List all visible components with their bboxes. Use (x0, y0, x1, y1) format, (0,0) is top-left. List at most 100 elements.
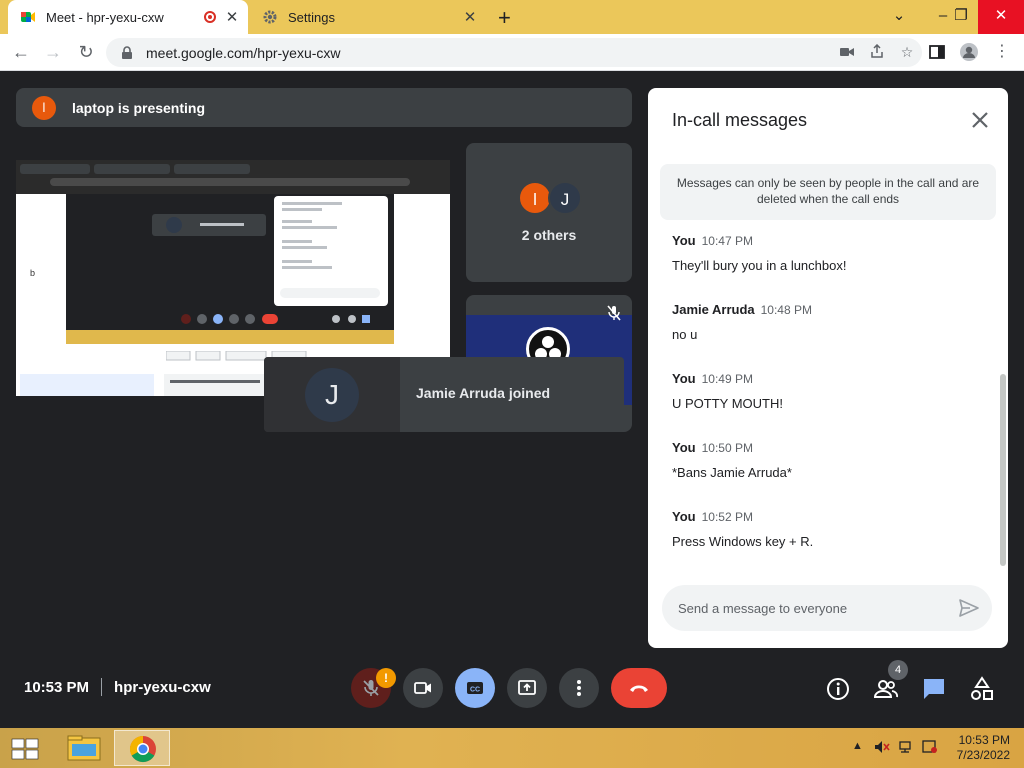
message-sender: You (672, 233, 696, 248)
shared-call-controls (66, 308, 394, 330)
present-button[interactable] (507, 668, 547, 708)
meeting-details: 10:53 PM hpr-yexu-cxw (24, 678, 211, 696)
message-text: *Bans Jamie Arruda* (672, 465, 792, 480)
url-text: meet.google.com/hpr-yexu-cxw (146, 44, 341, 61)
meeting-code: hpr-yexu-cxw (114, 678, 211, 696)
toast-avatar-area: J (264, 357, 400, 432)
message-text: Press Windows key + R. (672, 534, 814, 549)
info-icon[interactable] (825, 676, 851, 702)
shared-join-toast (152, 214, 266, 236)
clock-time: 10:53 PM (958, 733, 1010, 747)
present-icon (518, 680, 536, 695)
message-text: U POTTY MOUTH! (672, 396, 783, 411)
new-tab-button[interactable]: + (498, 5, 511, 31)
file-explorer-icon (67, 735, 101, 761)
join-notification: J Jamie Arruda joined (264, 357, 624, 432)
file-explorer-button[interactable] (56, 730, 112, 766)
shared-tab (94, 164, 170, 174)
svg-text:CC: CC (470, 687, 480, 694)
chat-message: You 10:49 PM U POTTY MOUTH! (672, 370, 992, 411)
tab-meet[interactable]: Meet - hpr-yexu-cxw ✕ (8, 0, 248, 34)
chat-scrollbar[interactable] (1000, 374, 1006, 566)
others-tile[interactable]: l J 2 others (466, 143, 632, 282)
message-time: 10:49 PM (701, 372, 753, 386)
activities-icon[interactable] (969, 676, 995, 702)
gear-icon (262, 9, 278, 25)
message-sender: Jamie Arruda (672, 302, 755, 317)
message-input[interactable] (678, 597, 938, 619)
star-icon[interactable]: ☆ (892, 44, 922, 61)
more-icon (577, 680, 581, 696)
close-tab-button[interactable]: ✕ (222, 8, 242, 26)
network-icon[interactable] (898, 740, 914, 757)
action-center-icon[interactable] (922, 740, 938, 757)
chat-icon[interactable] (921, 676, 947, 702)
reload-button[interactable]: ↻ (73, 39, 99, 65)
profile-icon[interactable] (956, 39, 982, 65)
camera-toggle-icon (414, 682, 431, 694)
message-sender: You (672, 509, 696, 524)
end-call-icon (630, 685, 648, 692)
more-options-button[interactable] (559, 668, 599, 708)
join-message: Jamie Arruda joined (416, 385, 551, 401)
camera-icon[interactable] (832, 45, 862, 61)
clock-date: 7/23/2022 (956, 748, 1010, 762)
send-icon[interactable] (958, 597, 980, 619)
message-composer (662, 585, 992, 631)
avatar: l (518, 181, 552, 215)
windows-start-icon[interactable] (10, 737, 40, 761)
message-time: 10:52 PM (701, 510, 753, 524)
others-label: 2 others (521, 227, 577, 243)
restore-button[interactable]: ❐ (944, 0, 978, 34)
back-button[interactable]: ← (8, 39, 34, 65)
meeting-time: 10:53 PM (24, 678, 90, 696)
lock-icon (122, 45, 132, 59)
mic-warning-badge: ! (376, 668, 396, 688)
share-icon[interactable] (862, 43, 892, 61)
address-bar[interactable]: meet.google.com/hpr-yexu-cxw ☆ (106, 38, 922, 67)
tab-settings[interactable]: Settings ✕ (250, 0, 486, 34)
shared-tab (174, 164, 250, 174)
chat-message: You 10:52 PM Press Windows key + R. (672, 508, 992, 549)
presenting-text: laptop is presenting (72, 99, 206, 116)
divider (101, 678, 103, 696)
windows-taskbar: ▲ 10:53 PM 7/23/2022 (0, 728, 1024, 768)
close-icon[interactable] (968, 108, 992, 132)
chat-message: Jamie Arruda 10:48 PM no u (672, 301, 992, 342)
message-text: They'll bury you in a lunchbox! (672, 258, 847, 273)
mic-off-icon (607, 305, 621, 321)
presenting-banner: l laptop is presenting (16, 88, 632, 127)
shared-tab (20, 164, 90, 174)
volume-muted-icon[interactable] (874, 740, 890, 757)
presenter-avatar: l (32, 95, 56, 120)
people-icon[interactable] (873, 676, 899, 702)
message-time: 10:48 PM (760, 303, 812, 317)
panel-title: In-call messages (672, 110, 808, 130)
meet-favicon (20, 9, 36, 25)
system-clock[interactable]: 10:53 PM 7/23/2022 (940, 733, 1010, 763)
forward-button[interactable]: → (40, 39, 66, 65)
tray-expand-icon[interactable]: ▲ (852, 740, 863, 752)
chrome-taskbar-button[interactable] (114, 730, 170, 766)
close-tab-button[interactable]: ✕ (460, 8, 480, 26)
chat-message: You 10:50 PM *Bans Jamie Arruda* (672, 439, 992, 480)
in-call-messages-panel: In-call messages Messages can only be se… (648, 88, 1008, 648)
tab-search-button[interactable]: ⌄ (882, 0, 916, 34)
chat-message: You 10:47 PM They'll bury you in a lunchb… (672, 232, 992, 273)
window-close-button[interactable]: ✕ (978, 0, 1024, 34)
captions-button[interactable]: CC (455, 668, 495, 708)
message-time: 10:50 PM (701, 441, 753, 455)
kebab-icon[interactable]: ⋮ (989, 39, 1015, 65)
sidebar-icon[interactable] (924, 39, 950, 65)
shared-screen-text: b (30, 268, 36, 278)
camera-toggle-button[interactable] (403, 668, 443, 708)
tab-title: Meet - hpr-yexu-cxw (46, 9, 164, 25)
browser-tab-strip: Meet - hpr-yexu-cxw ✕ Settings ✕ + ⌄ – ❐… (0, 0, 1024, 34)
shared-chat-panel (274, 196, 388, 306)
leave-call-button[interactable] (611, 668, 667, 708)
avatar: J (548, 181, 582, 215)
others-avatars: l J (518, 181, 584, 215)
message-time: 10:47 PM (701, 234, 753, 248)
chat-notice: Messages can only be seen by people in t… (660, 164, 996, 220)
chrome-icon (129, 735, 156, 763)
